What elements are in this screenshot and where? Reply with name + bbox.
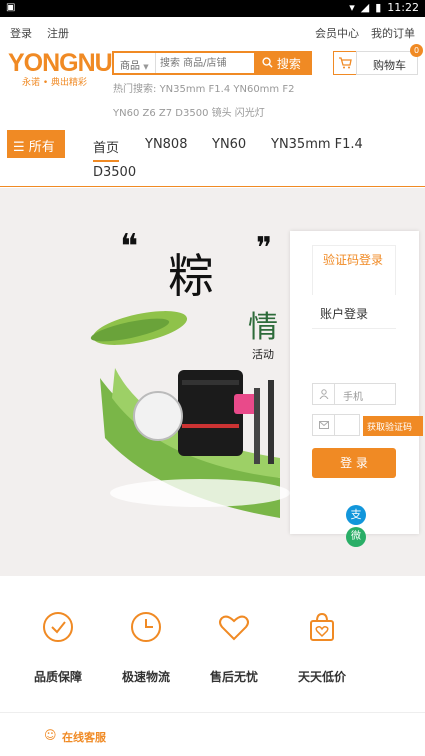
chevron-down-icon: ▼ [143, 63, 149, 71]
menu-icon: ☰ [13, 140, 25, 155]
search-category-select[interactable]: 商品 ▼ [114, 53, 156, 73]
feature-label: 天天低价 [297, 670, 346, 684]
feature-shipping[interactable]: 极速物流 [106, 610, 186, 685]
login-link[interactable]: 登录 [10, 25, 32, 41]
logo-slogan: 永诺 • 典出精彩 [22, 78, 88, 88]
cart-button[interactable]: 购物车 [356, 51, 418, 75]
clock-icon [131, 612, 161, 642]
hot-search-prefix: 热门搜索: [113, 84, 157, 95]
alipay-icon[interactable]: 支 [346, 505, 366, 525]
search-category-label: 商品 [120, 61, 140, 72]
search-bar: 商品 ▼ 搜索 [112, 51, 312, 75]
feature-after-sales[interactable]: 售后无忧 [194, 610, 274, 685]
status-time: 11:22 [387, 1, 419, 14]
login-submit-button[interactable]: 登 录 [312, 448, 396, 478]
search-button[interactable]: 搜索 [254, 53, 310, 73]
feature-label: 极速物流 [121, 670, 170, 684]
hot-search-line1: 热门搜索: YN35mm F1.4 YN60mm F2 [113, 80, 294, 95]
chat-icon: ☺ [44, 728, 57, 742]
my-orders-link[interactable]: 我的订单 [371, 25, 415, 41]
phone-field[interactable]: 手机 [312, 383, 396, 405]
banner-artwork: ❝ ❞ [90, 227, 290, 518]
mail-icon [313, 415, 335, 435]
all-categories-button[interactable]: ☰ 所有 [7, 130, 65, 158]
shopping-bag-icon [310, 612, 334, 641]
check-circle-icon [43, 612, 73, 642]
search-button-label: 搜索 [276, 57, 301, 71]
cart-count-badge: 0 [410, 44, 423, 57]
search-icon [262, 57, 273, 68]
nav-item-yn60[interactable]: YN60 [212, 137, 246, 152]
service-features: 品质保障 极速物流 售后无忧 天天低价 [0, 590, 425, 710]
cart-icon-button[interactable] [333, 51, 357, 75]
all-categories-label: 所有 [28, 140, 55, 155]
banner-subtext: 活动 [252, 348, 274, 361]
footer-bar: ☺ 在线客服 [0, 712, 425, 756]
login-panel: 验证码登录 账户登录 手机 获取验证码 登 录 支 微 [290, 231, 423, 547]
user-icon [313, 384, 335, 404]
feature-label: 售后无忧 [209, 670, 258, 684]
search-input[interactable] [160, 55, 256, 71]
nav-item-d3500[interactable]: D3500 [93, 165, 136, 180]
register-link[interactable]: 注册 [47, 25, 69, 41]
svg-text:❝: ❝ [120, 227, 138, 267]
android-icon: ▣ [6, 2, 16, 13]
feature-low-price[interactable]: 天天低价 [282, 610, 362, 685]
hot-search-terms-2[interactable]: YN60 Z6 Z7 D3500 镜头 闪光灯 [113, 104, 265, 119]
account-login-title[interactable]: 账户登录 [320, 305, 368, 322]
wifi-icon: ▾ [349, 1, 355, 14]
online-service-link[interactable]: 在线客服 [62, 729, 106, 745]
header: YONGNUO 永诺 • 典出精彩 商品 ▼ 搜索 购物车 0 热门搜索: YN… [0, 44, 425, 125]
phone-placeholder: 手机 [343, 392, 363, 403]
divider [312, 328, 396, 329]
top-bar: 登录 注册 会员中心 我的订单 [0, 17, 425, 45]
code-field[interactable] [312, 414, 360, 436]
signal-icon: ◢ [360, 1, 370, 14]
heart-icon [219, 615, 249, 641]
member-center-link[interactable]: 会员中心 [315, 25, 359, 41]
battery-icon: ▮ [375, 1, 382, 14]
main-nav: ☰ 所有 首页 YN808 YN60 YN35mm F1.4 D3500 [0, 125, 425, 187]
banner-big-char: 粽 [168, 249, 214, 303]
feature-label: 品质保障 [33, 670, 82, 684]
nav-item-home[interactable]: 首页 [93, 137, 120, 162]
svg-text:❞: ❞ [256, 231, 272, 266]
hot-search-terms-1[interactable]: YN35mm F1.4 YN60mm F2 [160, 84, 295, 95]
promo-banner[interactable]: ❝ ❞ 粽 情 活动 验证码登录 账户登录 手机 获取验证码 登 录 支 微 [0, 188, 425, 576]
logo[interactable]: YONGNUO 永诺 • 典出精彩 [8, 49, 118, 89]
get-code-button[interactable]: 获取验证码 [363, 416, 423, 436]
tab-sms-login[interactable]: 验证码登录 [312, 245, 396, 295]
nav-item-yn35mm[interactable]: YN35mm F1.4 [271, 137, 363, 152]
wechat-icon[interactable]: 微 [346, 527, 366, 547]
banner-side-char: 情 [248, 310, 278, 345]
status-icons: ▾ ◢ ▮ 11:22 [349, 1, 419, 14]
logo-wordmark: YONGNUO [8, 49, 118, 77]
status-bar: ▣ ▾ ◢ ▮ 11:22 [0, 0, 425, 17]
feature-quality[interactable]: 品质保障 [18, 610, 98, 685]
nav-item-yn808[interactable]: YN808 [145, 137, 187, 152]
cart-icon [339, 57, 352, 69]
